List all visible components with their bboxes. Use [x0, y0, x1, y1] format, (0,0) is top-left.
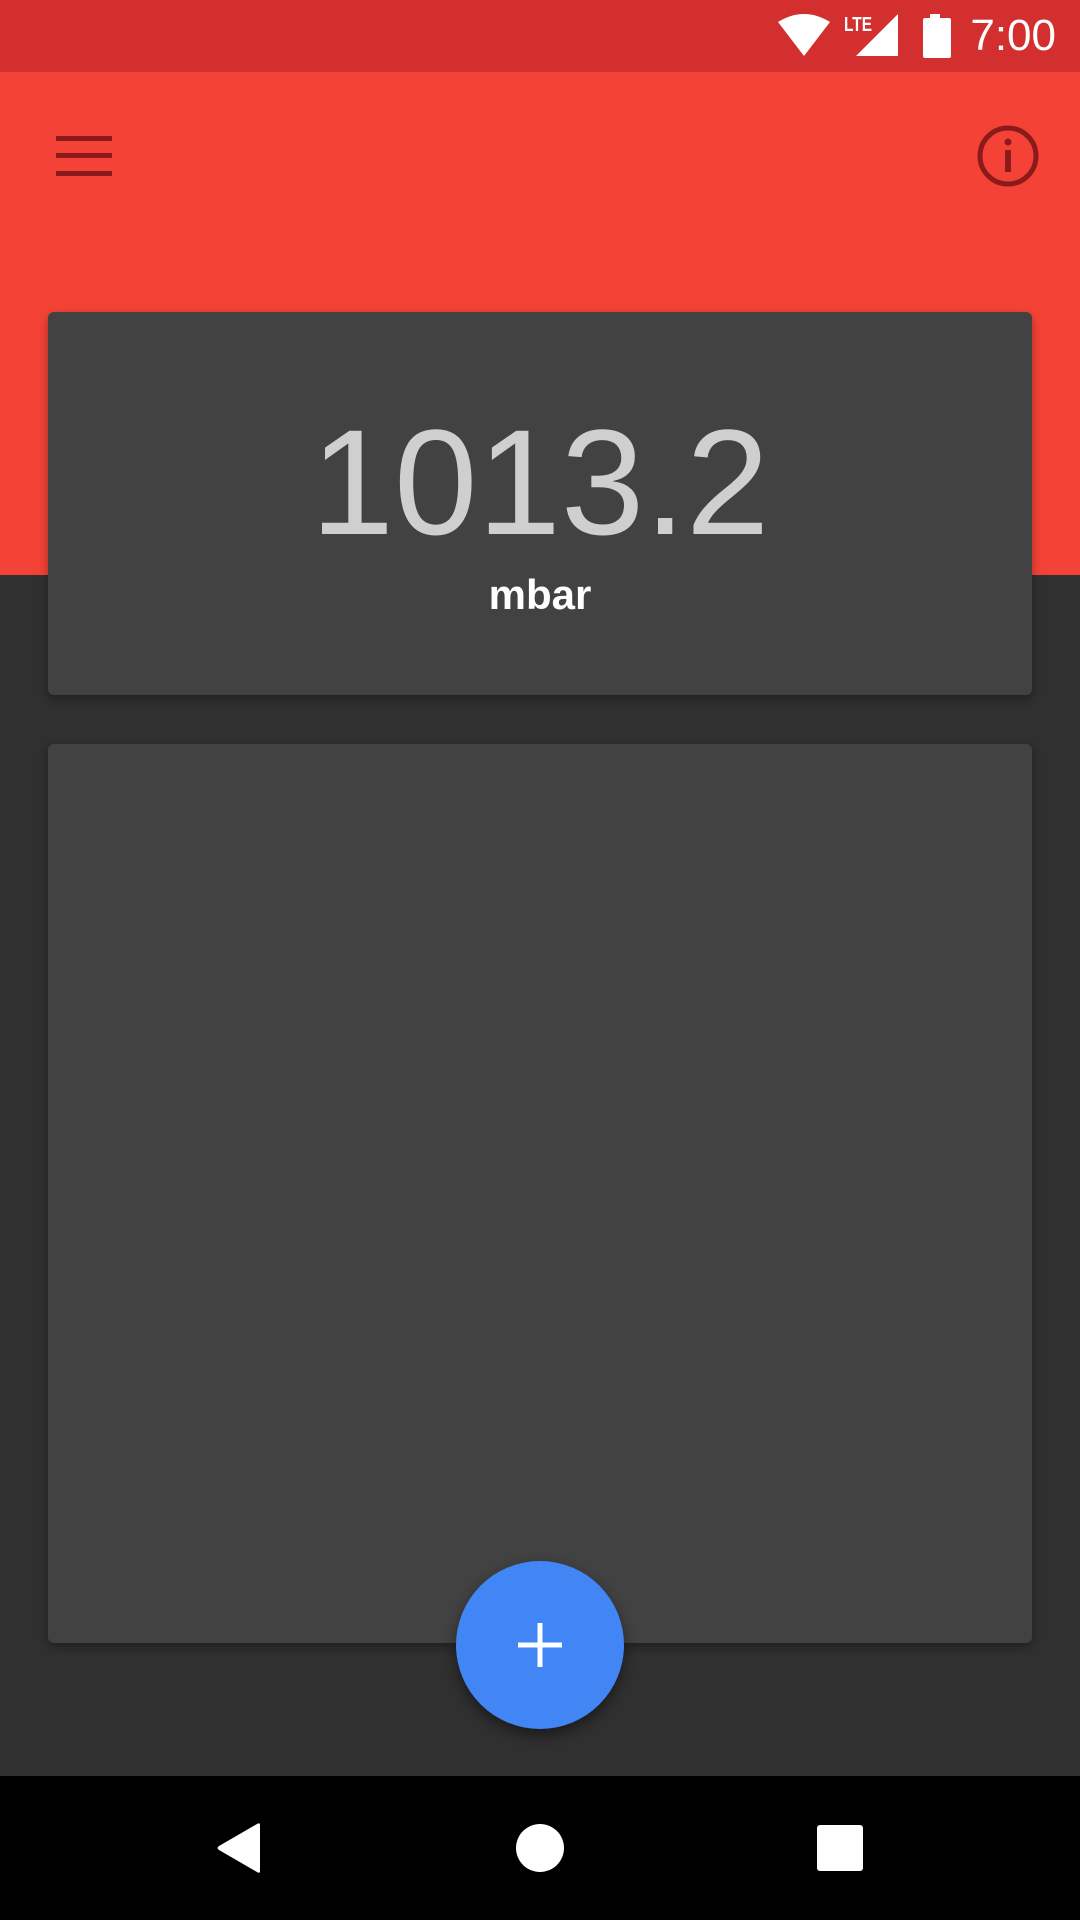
plus-icon — [518, 1623, 562, 1667]
back-button[interactable] — [168, 1776, 312, 1920]
pressure-unit: mbar — [488, 571, 592, 618]
status-bar: LTE 7:00 — [0, 0, 1080, 72]
home-icon — [516, 1824, 564, 1872]
lte-signal-icon: LTE — [844, 14, 898, 56]
network-label: LTE — [844, 14, 872, 36]
recents-icon — [817, 1825, 863, 1871]
add-button[interactable] — [456, 1561, 624, 1729]
info-icon — [977, 125, 1039, 187]
pressure-value: 1013.2 — [310, 398, 770, 566]
home-button[interactable] — [468, 1776, 612, 1920]
pressure-reading-card: 1013.2 mbar — [48, 312, 1032, 695]
menu-button[interactable] — [28, 100, 140, 212]
hamburger-menu-icon — [56, 136, 112, 176]
status-time: 7:00 — [970, 11, 1056, 60]
info-button[interactable] — [949, 100, 1067, 212]
history-card — [48, 744, 1032, 1643]
recents-button[interactable] — [768, 1776, 912, 1920]
back-icon — [217, 1823, 260, 1873]
navigation-bar — [0, 1776, 1080, 1920]
wifi-icon — [778, 14, 830, 56]
battery-icon — [923, 14, 951, 58]
